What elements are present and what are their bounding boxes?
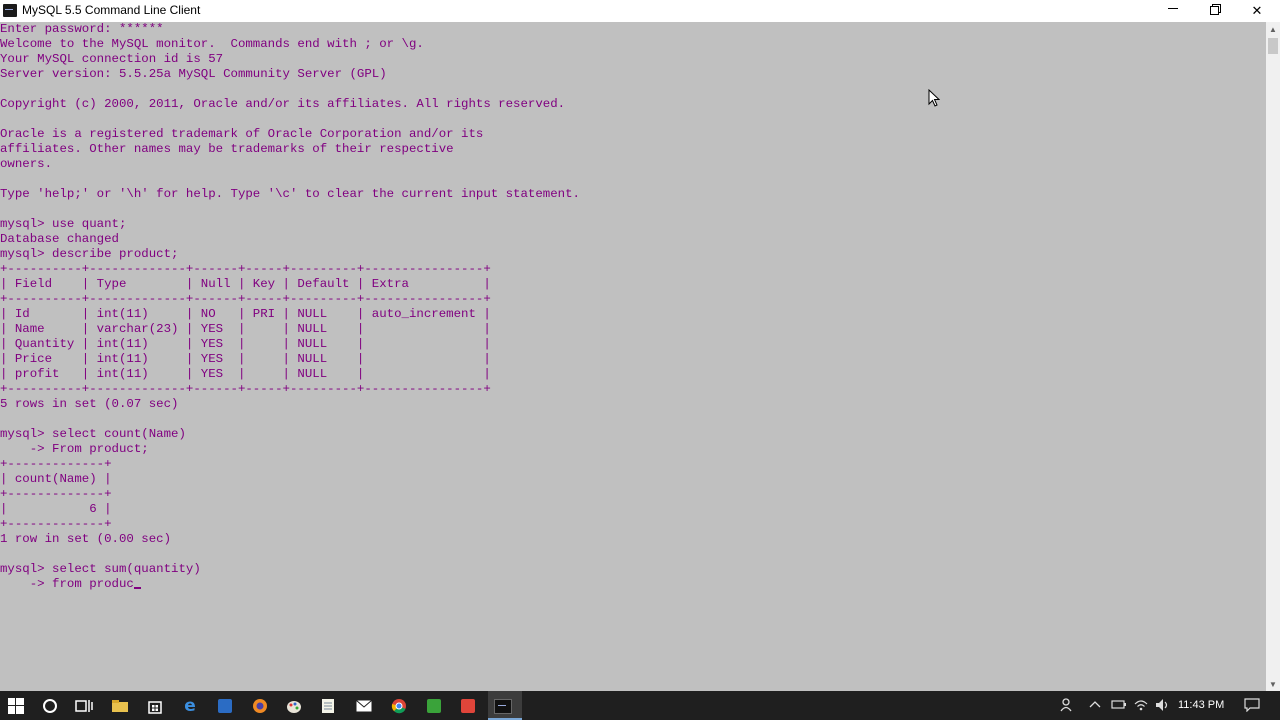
console-line: affiliates. Other names may be trademark… bbox=[0, 142, 454, 156]
people-icon[interactable] bbox=[1060, 698, 1074, 715]
windows-start-icon[interactable] bbox=[6, 696, 26, 716]
scrollbar-thumb[interactable] bbox=[1268, 38, 1278, 54]
console-line: Copyright (c) 2000, 2011, Oracle and/or … bbox=[0, 97, 566, 111]
minimize-button[interactable] bbox=[1152, 0, 1194, 22]
console-line: mysql> select sum(quantity) bbox=[0, 562, 201, 576]
firefox-icon[interactable] bbox=[250, 696, 270, 716]
chrome-icon[interactable] bbox=[389, 696, 409, 716]
console-line: Server version: 5.5.25a MySQL Community … bbox=[0, 67, 387, 81]
console-line: mysql> use quant; bbox=[0, 217, 127, 231]
console-line: -> From product; bbox=[0, 442, 149, 456]
restore-button[interactable] bbox=[1194, 0, 1236, 22]
console-line: Welcome to the MySQL monitor. Commands e… bbox=[0, 37, 424, 51]
console-line: Type 'help;' or '\h' for help. Type '\c'… bbox=[0, 187, 580, 201]
mouse-pointer-icon bbox=[928, 89, 940, 107]
console-line: mysql> describe product; bbox=[0, 247, 179, 261]
console-line: +-------------+ bbox=[0, 517, 112, 531]
volume-icon[interactable] bbox=[1155, 698, 1171, 715]
word-icon[interactable] bbox=[215, 696, 235, 716]
console-line: +-------------+ bbox=[0, 487, 112, 501]
scroll-up-arrow-icon[interactable]: ▲ bbox=[1266, 22, 1280, 36]
mysql-app-icon bbox=[3, 4, 17, 17]
console-line: 1 row in set (0.00 sec) bbox=[0, 532, 172, 546]
console-line: | Id | int(11) | NO | PRI | NULL | auto_… bbox=[0, 307, 491, 321]
console-output: Enter password: ****** Welcome to the My… bbox=[0, 22, 580, 592]
task-view-icon[interactable] bbox=[74, 696, 94, 716]
console-line: owners. bbox=[0, 157, 53, 171]
console-line: | Name | varchar(23) | YES | | NULL | | bbox=[0, 322, 491, 336]
close-button[interactable]: ✕ bbox=[1236, 0, 1278, 22]
console-line: | count(Name) | bbox=[0, 472, 112, 486]
minimize-icon bbox=[1168, 7, 1178, 9]
window-title: MySQL 5.5 Command Line Client bbox=[22, 3, 201, 17]
console-line: +-------------+ bbox=[0, 457, 112, 471]
close-icon: ✕ bbox=[1251, 3, 1263, 18]
camtasia-icon[interactable] bbox=[424, 696, 444, 716]
file-explorer-icon[interactable] bbox=[110, 696, 130, 716]
vertical-scrollbar[interactable]: ▲ ▼ bbox=[1266, 22, 1280, 691]
cortana-search-icon[interactable] bbox=[40, 696, 60, 716]
console-line: | profit | int(11) | YES | | NULL | | bbox=[0, 367, 491, 381]
console-line: +----------+-------------+------+-----+-… bbox=[0, 292, 491, 306]
notification-icon[interactable] bbox=[1244, 698, 1260, 715]
console-line: Database changed bbox=[0, 232, 119, 246]
mysql-icon[interactable] bbox=[493, 696, 513, 716]
title-bar: MySQL 5.5 Command Line Client ✕ bbox=[0, 0, 1280, 22]
notepad-icon[interactable] bbox=[318, 696, 338, 716]
paint-icon[interactable] bbox=[284, 696, 304, 716]
console-line: +----------+-------------+------+-----+-… bbox=[0, 262, 491, 276]
console-line: 5 rows in set (0.07 sec) bbox=[0, 397, 179, 411]
restore-icon bbox=[1210, 4, 1221, 15]
chevron-up-icon[interactable] bbox=[1089, 698, 1101, 713]
text-cursor bbox=[133, 587, 141, 589]
console-line: Enter password: ****** bbox=[0, 22, 164, 36]
taskbar: e 11:43 PM bbox=[0, 691, 1280, 720]
console-line: | 6 | bbox=[0, 502, 112, 516]
console-line: Your MySQL connection id is 57 bbox=[0, 52, 224, 66]
console-line: Oracle is a registered trademark of Orac… bbox=[0, 127, 484, 141]
scroll-down-arrow-icon[interactable]: ▼ bbox=[1266, 677, 1280, 691]
console-line: -> from produc bbox=[0, 577, 134, 591]
console-line: mysql> select count(Name) bbox=[0, 427, 186, 441]
console-line: | Quantity | int(11) | YES | | NULL | | bbox=[0, 337, 491, 351]
mail-icon[interactable] bbox=[354, 696, 374, 716]
console-line: | Field | Type | Null | Key | Default | … bbox=[0, 277, 491, 291]
edge-icon[interactable]: e bbox=[180, 696, 200, 716]
network-icon[interactable] bbox=[1133, 698, 1149, 715]
taskbar-clock[interactable]: 11:43 PM bbox=[1178, 699, 1224, 711]
console-line: +----------+-------------+------+-----+-… bbox=[0, 382, 491, 396]
battery-icon[interactable] bbox=[1111, 698, 1127, 713]
console-area[interactable]: Enter password: ****** Welcome to the My… bbox=[0, 22, 1266, 691]
store-icon[interactable] bbox=[145, 696, 165, 716]
console-line: | Price | int(11) | YES | | NULL | | bbox=[0, 352, 491, 366]
recorder-icon[interactable] bbox=[458, 696, 478, 716]
